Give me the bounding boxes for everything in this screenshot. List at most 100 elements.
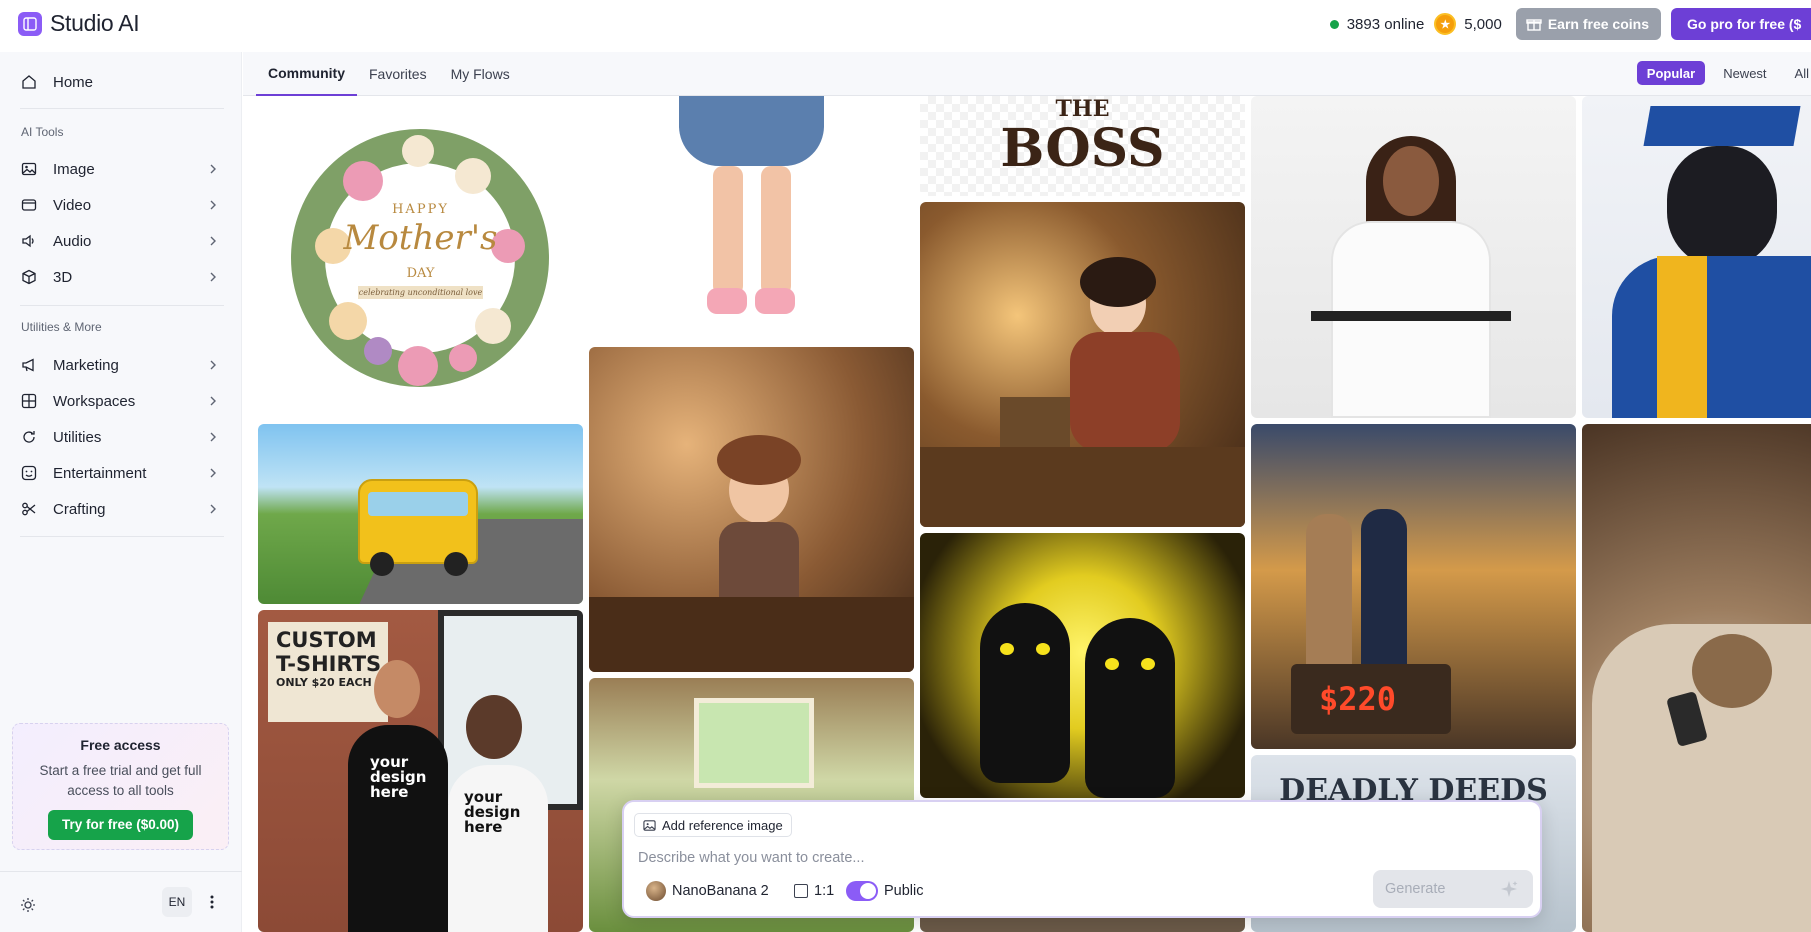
person-left-head (374, 660, 420, 718)
sidebar-item-label: Entertainment (53, 464, 147, 482)
model-selector[interactable]: NanoBanana 2 (646, 880, 769, 902)
cube-icon (20, 268, 38, 286)
face-shape (1383, 146, 1439, 216)
gallery-item-girl-legs[interactable] (589, 96, 914, 341)
refresh-icon (20, 428, 38, 446)
generate-button[interactable]: Generate (1373, 870, 1533, 908)
scissors-icon (20, 500, 38, 518)
kitten-head (1692, 634, 1772, 708)
go-pro-button[interactable]: Go pro for free ($ (1671, 8, 1811, 40)
gallery-item-tshirt-mockup[interactable]: CUSTOM T-SHIRTS ONLY $20 EACH your desig… (258, 610, 583, 932)
gallery-item-mothers-day[interactable]: HAPPY Mother's DAY celebrating unconditi… (258, 96, 583, 418)
desk-shape (920, 447, 1245, 527)
more-options-icon[interactable] (206, 894, 218, 910)
section-label-utilities: Utilities & More (21, 320, 102, 334)
toggle-switch[interactable] (846, 881, 878, 901)
sidebar-item-entertainment[interactable]: Entertainment (0, 455, 242, 491)
sidebar-item-label: Audio (53, 232, 92, 250)
sidebar-item-3d[interactable]: 3D (0, 259, 242, 295)
audio-icon (20, 232, 38, 250)
gallery-item-the-boss[interactable]: THE BOSS (920, 96, 1245, 196)
sidebar-item-label: Workspaces (53, 392, 136, 410)
gallery-item-black-cats[interactable] (920, 533, 1245, 798)
gallery-item-refinery[interactable]: $220 (1251, 424, 1576, 749)
smile-icon (20, 464, 38, 482)
square-icon (794, 884, 808, 898)
image-icon (643, 819, 656, 831)
divider (20, 305, 224, 306)
sparkle-icon (1501, 881, 1518, 897)
model-avatar (646, 881, 666, 901)
grid-icon (20, 392, 38, 410)
aspect-ratio-selector[interactable]: 1:1 (794, 880, 834, 902)
sidebar-item-video[interactable]: Video (0, 187, 242, 223)
sign-board: CUSTOM T-SHIRTS ONLY $20 EACH (268, 622, 388, 722)
chair-shape (1311, 311, 1511, 321)
sidebar-item-audio[interactable]: Audio (0, 223, 242, 259)
sidebar-item-image[interactable]: Image (0, 151, 242, 187)
online-count: 3893 online (1329, 16, 1424, 33)
sidebar-item-workspaces[interactable]: Workspaces (0, 383, 242, 419)
section-label-ai-tools: AI Tools (21, 125, 64, 139)
shirt-text-right: your design here (464, 788, 521, 836)
go-pro-label: Go pro for free ($ (1687, 16, 1802, 32)
chevron-right-icon (210, 468, 216, 478)
logo[interactable]: Studio AI (18, 10, 140, 37)
girl-hair (1080, 257, 1156, 307)
books-shape (1000, 397, 1070, 452)
coin-balance[interactable]: ★ 5,000 (1434, 13, 1502, 35)
tabs: Community Favorites My Flows (256, 52, 522, 96)
figure-shape (1361, 509, 1407, 664)
gallery-item-steampunk-girl[interactable] (589, 347, 914, 672)
girl-body (1070, 332, 1180, 452)
sidebar-item-label: 3D (53, 268, 73, 286)
sidebar-item-crafting[interactable]: Crafting (0, 491, 242, 527)
coin-count: 5,000 (1464, 15, 1502, 33)
tab-my-flows[interactable]: My Flows (439, 52, 522, 96)
theme-toggle-icon[interactable] (20, 897, 36, 913)
sidebar-footer: EN (0, 871, 242, 932)
sidebar-item-marketing[interactable]: Marketing (0, 347, 242, 383)
megaphone-icon (20, 356, 38, 374)
prompt-input[interactable] (638, 846, 1518, 870)
earn-coins-label: Earn free coins (1547, 16, 1649, 32)
cat-eye (1105, 658, 1119, 670)
earn-coins-button[interactable]: Earn free coins (1515, 8, 1661, 40)
sidebar-item-home[interactable]: Home (0, 64, 242, 100)
public-toggle[interactable]: Public (846, 880, 924, 902)
sort-newest[interactable]: Newest (1713, 61, 1776, 85)
model-name: NanoBanana 2 (672, 883, 769, 899)
girl-hair (717, 435, 801, 485)
window-shape (694, 698, 814, 788)
bus-wheel-shape (444, 552, 468, 576)
figure-shape (1306, 514, 1352, 664)
top-bar: Studio AI 3893 online ★ 5,000 Earn free … (0, 0, 1811, 52)
bus-windows-shape (368, 492, 468, 516)
sort-all[interactable]: All (1785, 61, 1811, 85)
app-title: Studio AI (50, 10, 140, 36)
divider (20, 108, 224, 109)
tab-favorites[interactable]: Favorites (357, 52, 439, 96)
gallery-item-library-girl[interactable] (920, 202, 1245, 527)
sidebar-item-utilities[interactable]: Utilities (0, 419, 242, 455)
gallery-item-panther-graduate[interactable] (1582, 96, 1811, 418)
bus-wheel-shape (370, 552, 394, 576)
leg-shape (761, 166, 791, 296)
language-button[interactable]: EN (162, 887, 192, 917)
sign-line-1: CUSTOM (276, 628, 377, 652)
gift-icon (1526, 19, 1542, 31)
add-reference-image-button[interactable]: Add reference image (634, 813, 792, 837)
sign-line-2: T-SHIRTS (276, 652, 382, 676)
try-free-button[interactable]: Try for free ($0.00) (47, 810, 194, 840)
cat-shape (980, 603, 1070, 783)
video-icon (20, 196, 38, 214)
tab-community[interactable]: Community (256, 52, 357, 96)
image-icon (20, 160, 38, 178)
sort-popular[interactable]: Popular (1636, 61, 1706, 85)
mothers-day-ribbon: celebrating unconditional love (358, 286, 483, 299)
chevron-right-icon (210, 164, 216, 174)
gallery-item-school-bus[interactable] (258, 424, 583, 604)
gown-shape (1612, 256, 1811, 418)
gallery-item-kitten-phone[interactable] (1582, 424, 1811, 932)
gallery-item-woman-chair[interactable] (1251, 96, 1576, 418)
